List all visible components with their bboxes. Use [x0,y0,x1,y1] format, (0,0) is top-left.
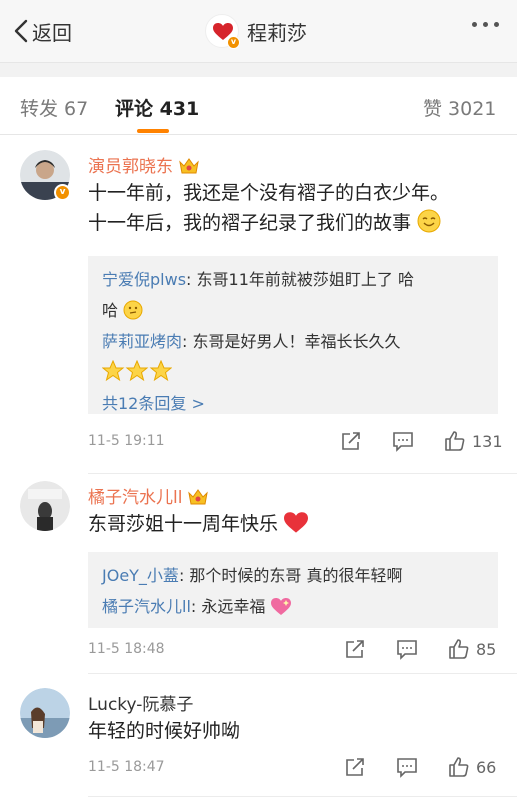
comment-icon[interactable] [392,430,414,452]
page-title: 程莉莎 [247,20,307,45]
comment-text: 东哥莎姐十一周年快乐 [88,509,309,539]
tab-reposts[interactable]: 转发 67 [20,94,88,121]
verified-icon: v [54,184,71,201]
crown-badge-icon [188,489,209,505]
reply-item[interactable]: JOeY_小蓋: 那个时候的东哥 真的很年轻啊 [102,560,483,591]
comment-text: 年轻的时候好帅呦 [88,720,241,742]
like-count: 131 [472,431,503,451]
avatar[interactable] [20,481,70,531]
like-button[interactable]: 131 [444,430,503,452]
back-button[interactable]: 返回 [14,16,72,46]
avatar[interactable]: v [20,150,71,201]
profile-title[interactable]: v 程莉莎 [205,14,307,49]
more-menu-icon[interactable] [472,22,499,27]
star-emoji-icon [102,360,172,382]
repost-icon[interactable] [340,430,362,452]
user-photo-icon [20,688,70,738]
chevron-left-icon [14,19,28,43]
smile-emoji-icon [417,209,441,233]
comment-time: 11-5 18:47 [88,759,165,775]
reply-item[interactable]: 橘子汽水儿ll: 永远幸福 [102,591,483,622]
heart-icon [284,512,309,533]
reply-box: 宁爱倪plws: 东哥11年前就被莎姐盯上了 哈 哈 萨莉亚烤肉: 东哥是好男人… [88,256,498,414]
comment-icon[interactable] [396,638,418,660]
comment-author[interactable]: 演员郭晓东 [88,152,199,177]
reply-item[interactable]: 萨莉亚烤肉: 东哥是好男人！幸福长长久久 [102,326,483,388]
comment-item: 橘子汽水儿ll 东哥莎姐十一周年快乐 JOeY_小蓋: 那个时候的东哥 真的很年… [0,474,517,674]
sparkling-heart-icon [270,598,291,615]
comment-time: 11-5 18:48 [88,641,165,657]
active-tab-indicator [137,129,169,133]
like-count: 85 [476,639,497,659]
comment-item: v 演员郭晓东 十一年前，我还是个没有褶子的白衣少年。 十一年后，我的褶子纪录了… [0,136,517,474]
crown-badge-icon [179,158,199,174]
section-gap [0,62,517,77]
top-nav-bar: 返回 v 程莉莎 [0,0,517,62]
comment-time: 11-5 19:11 [88,433,165,449]
repost-icon[interactable] [344,756,366,778]
tab-comments[interactable]: 评论 431 [115,94,199,121]
avatar[interactable] [20,688,70,738]
comment-meta: 11-5 19:11 131 [88,430,503,454]
comment-item: Lucky-阮慕子 年轻的时候好帅呦 11-5 18:47 66 [0,674,517,800]
comment-icon[interactable] [396,756,418,778]
avatar: v [205,14,240,49]
more-replies-link[interactable]: 共12条回复 > [102,388,483,419]
reply-item[interactable]: 宁爱倪plws: 东哥11年前就被莎姐盯上了 哈 哈 [102,264,483,326]
thumbs-up-icon [449,639,469,659]
thinking-emoji-icon [123,300,143,320]
verified-icon: v [227,36,240,49]
repost-icon[interactable] [344,638,366,660]
user-photo-icon [20,481,70,531]
divider [88,796,517,797]
back-label: 返回 [32,20,72,45]
comment-meta: 11-5 18:48 85 [88,638,498,662]
thumbs-up-icon [449,757,469,777]
tab-likes[interactable]: 赞 3021 [423,94,496,121]
thumbs-up-icon [445,431,465,451]
like-count: 66 [476,757,497,777]
like-button[interactable]: 66 [448,756,496,778]
tab-bar: 转发 67 评论 431 赞 3021 [0,77,517,135]
comment-author[interactable]: 橘子汽水儿ll [88,483,209,508]
comment-author[interactable]: Lucky-阮慕子 [88,690,193,715]
like-button[interactable]: 85 [448,638,496,660]
comment-meta: 11-5 18:47 66 [88,756,498,780]
reply-box: JOeY_小蓋: 那个时候的东哥 真的很年轻啊 橘子汽水儿ll: 永远幸福 [88,552,498,628]
comment-text: 十一年前，我还是个没有褶子的白衣少年。 十一年后，我的褶子纪录了我们的故事 [88,182,450,234]
